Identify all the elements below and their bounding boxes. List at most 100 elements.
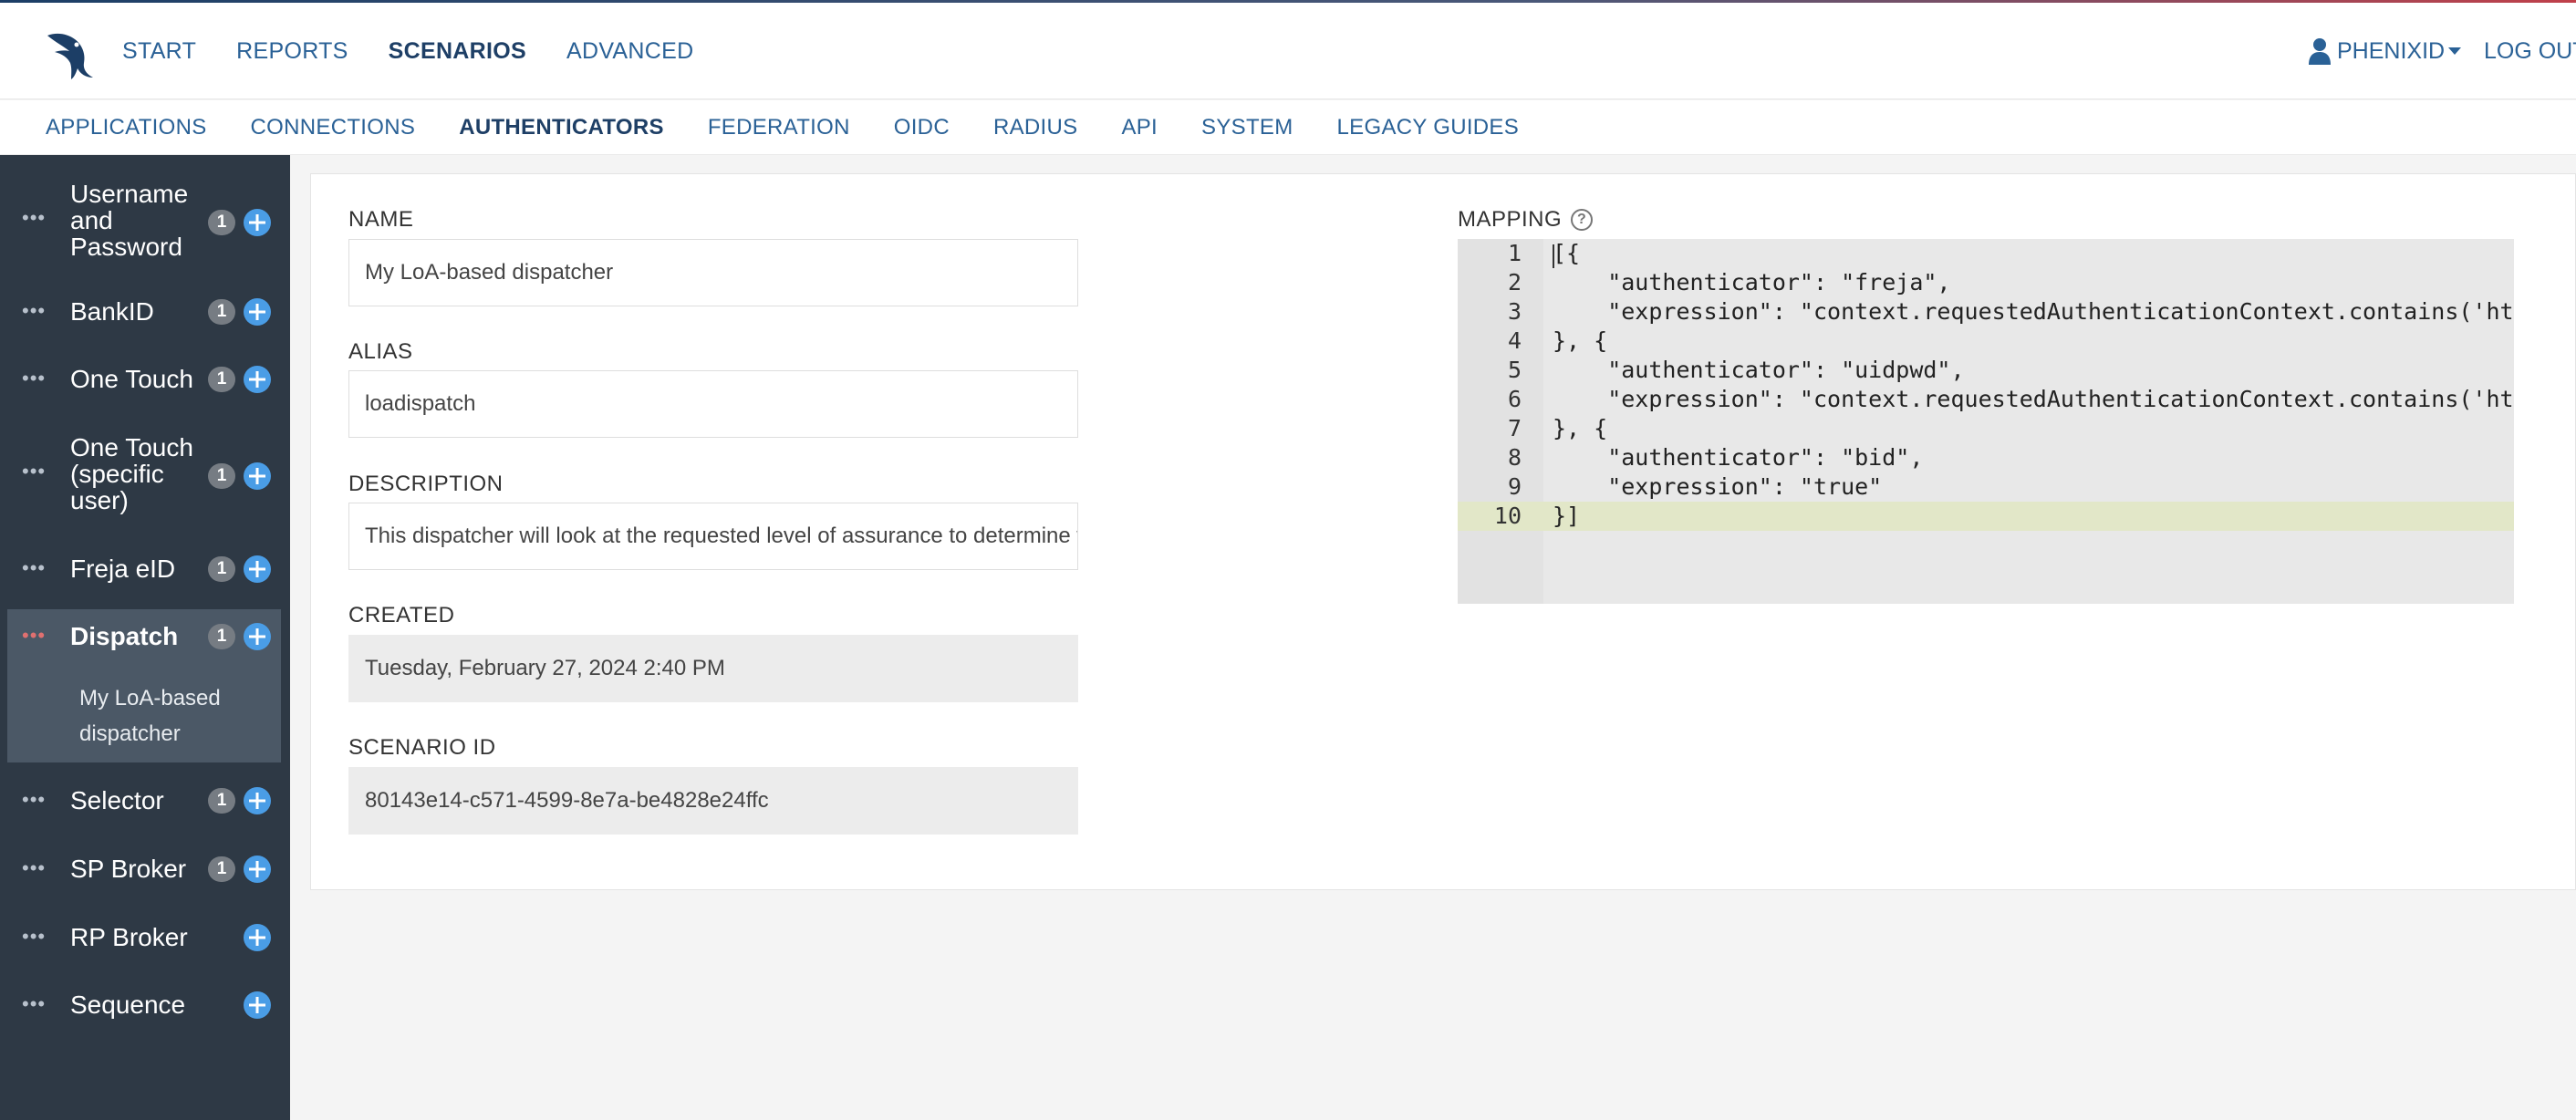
code-line: 3 "expression": "context.requestedAuthen… [1458,297,2514,327]
code-text: "authenticator": "freja", [1553,269,1951,296]
user-menu[interactable]: PHENIXID [2308,3,2462,99]
sidebar-item-label: Sequence [70,990,186,1019]
drag-handle-icon[interactable]: ••• [22,368,46,389]
phoenix-logo-icon[interactable] [44,26,99,81]
line-number: 3 [1507,298,1522,325]
mapping-label: MAPPING ? [1458,207,1594,233]
sidebar-item-sequence[interactable]: ••• Sequence [0,989,290,1021]
alias-field[interactable]: loadispatch [348,370,1078,438]
subnav-system[interactable]: SYSTEM [1201,115,1293,140]
description-label: DESCRIPTION [348,472,504,496]
name-label: NAME [348,207,414,232]
line-number: 10 [1493,503,1522,529]
code-line: 2 "authenticator": "freja", [1458,268,2514,297]
subnav-connections[interactable]: CONNECTIONS [251,115,416,140]
alias-label: ALIAS [348,339,413,364]
code-text: "authenticator": "bid", [1553,444,1924,471]
line-number: 7 [1507,415,1522,441]
add-plus-icon[interactable] [244,991,271,1019]
count-badge: 1 [208,856,235,882]
sidebar-item-label: Dispatch [70,622,179,650]
description-field[interactable]: This dispatcher will look at the request… [348,503,1078,570]
code-text: [{ [1553,240,1581,266]
subnav-oidc[interactable]: OIDC [894,115,950,140]
sidebar-item-label: RP Broker [70,923,188,951]
drag-handle-icon[interactable]: ••• [22,994,46,1014]
line-number: 2 [1507,269,1522,296]
code-text: "authenticator": "uidpwd", [1553,357,1965,383]
sidebar-item-rp-broker[interactable]: ••• RP Broker [0,921,290,954]
sidebar-item-sp-broker[interactable]: ••• SP Broker 1 [0,853,290,886]
sidebar-item-label: Freja eID [70,555,176,583]
drag-handle-icon[interactable]: ••• [22,461,46,482]
drag-handle-icon[interactable]: ••• [22,558,46,578]
line-number: 4 [1507,327,1522,354]
sidebar-subitem-my-loa-based-dispatcher[interactable]: My LoA-based dispatcher [79,680,253,752]
count-badge: 1 [208,788,235,814]
sidebar-item-dispatch[interactable]: ••• Dispatch 1 [0,620,290,653]
sub-navigation: APPLICATIONS CONNECTIONS AUTHENTICATORS … [0,100,2576,155]
nav-scenarios[interactable]: SCENARIOS [389,38,526,65]
name-field[interactable]: My LoA-based dispatcher [348,239,1078,306]
sidebar-item-label: Selector [70,786,164,814]
line-number: 9 [1507,473,1522,500]
subnav-api[interactable]: API [1121,115,1158,140]
nav-start[interactable]: START [122,38,196,65]
add-plus-icon[interactable] [244,298,271,326]
drag-handle-icon[interactable]: ••• [22,301,46,321]
count-badge: 1 [208,624,235,649]
help-icon[interactable]: ? [1571,209,1594,231]
add-plus-icon[interactable] [244,787,271,814]
mapping-code-editor[interactable]: 1 [{ 2 "authenticator": "freja", 3 "expre… [1458,239,2514,604]
text-cursor [1553,244,1554,268]
sidebar-item-label: BankID [70,297,154,326]
code-text: "expression": "context.requestedAuthenti… [1553,298,2514,325]
subnav-federation[interactable]: FEDERATION [708,115,850,140]
sidebar-item-selector[interactable]: ••• Selector 1 [0,784,290,817]
nav-reports[interactable]: REPORTS [236,38,348,65]
code-text: "expression": "context.requestedAuthenti… [1553,386,2514,412]
sidebar-item-freja-eid[interactable]: ••• Freja eID 1 [0,553,290,586]
sidebar-item-one-touch-specific-user[interactable]: ••• One Touch (specific user) 1 [0,434,290,516]
code-line: 8 "authenticator": "bid", [1458,443,2514,472]
sidebar-item-label: Username and Password [70,180,189,261]
line-number: 6 [1507,386,1522,412]
subnav-radius[interactable]: RADIUS [993,115,1077,140]
drag-handle-icon[interactable]: ••• [22,858,46,878]
subnav-authenticators[interactable]: AUTHENTICATORS [459,115,664,140]
add-plus-icon[interactable] [244,555,271,583]
add-plus-icon[interactable] [244,856,271,883]
logout-link[interactable]: LOG OUT [2484,3,2576,99]
code-text: }, { [1553,327,1608,354]
count-badge: 1 [208,556,235,582]
mapping-label-text: MAPPING [1458,207,1563,232]
scenario-id-value: 80143e14-c571-4599-8e7a-be4828e24ffc [348,767,1078,835]
sidebar-item-one-touch[interactable]: ••• One Touch 1 [0,363,290,396]
subnav-applications[interactable]: APPLICATIONS [46,115,207,140]
sidebar-item-username-password[interactable]: ••• Username and Password 1 [0,181,290,263]
code-line: 1 [{ [1458,239,2514,268]
add-plus-icon[interactable] [244,623,271,650]
code-line-active: 10}] [1458,502,2514,531]
user-icon [2309,38,2331,65]
sidebar-item-bankid[interactable]: ••• BankID 1 [0,296,290,328]
add-plus-icon[interactable] [244,366,271,393]
sidebar-item-label: SP Broker [70,855,187,883]
add-plus-icon[interactable] [244,209,271,236]
chevron-down-icon [2448,47,2462,55]
scenario-id-label: SCENARIO ID [348,735,496,760]
code-line: 7 }, { [1458,414,2514,443]
subnav-legacy-guides[interactable]: LEGACY GUIDES [1337,115,1520,140]
nav-advanced[interactable]: ADVANCED [566,38,693,65]
count-badge: 1 [208,463,235,489]
drag-handle-icon[interactable]: ••• [22,208,46,228]
add-plus-icon[interactable] [244,462,271,490]
add-plus-icon[interactable] [244,924,271,951]
code-text: }, { [1553,415,1608,441]
code-text: }] [1553,503,1581,529]
count-badge: 1 [208,299,235,325]
drag-handle-icon[interactable]: ••• [22,927,46,947]
created-value: Tuesday, February 27, 2024 2:40 PM [348,635,1078,702]
drag-handle-icon[interactable]: ••• [22,626,46,646]
drag-handle-icon[interactable]: ••• [22,790,46,810]
